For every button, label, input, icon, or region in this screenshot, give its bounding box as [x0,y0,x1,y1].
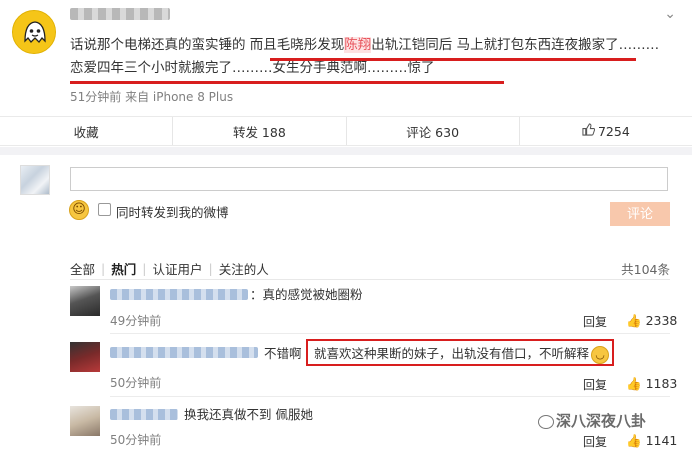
tab-all[interactable]: 全部 [70,259,101,278]
reply-button[interactable]: 回复 [583,376,607,393]
comment-divider [110,396,670,397]
submit-comment-button[interactable]: 评论 [610,202,670,226]
tab-following[interactable]: 关注的人 [213,259,275,278]
repost-button[interactable]: 转发 188 [172,117,345,145]
comment-avatar[interactable] [70,406,100,436]
comment-username[interactable] [110,289,248,300]
comment-divider [110,333,670,334]
comment-username[interactable] [110,409,178,420]
tabs-divider [70,279,670,280]
red-box-annotation [306,339,614,366]
forward-label: 同时转发到我的微博 [116,205,229,220]
comment-avatar[interactable] [70,286,100,316]
post-avatar[interactable] [12,10,56,54]
post-text-before: 话说那个电梯还真的蛮实锤的 而且毛晓彤发现 [70,37,345,53]
wechat-icon [538,414,554,429]
comment-like-button[interactable]: 👍 1141 [626,433,677,449]
comment-text: 换我还真做不到 佩服她 [184,407,313,422]
comment-time: 50分钟前 [110,433,162,447]
tab-hot[interactable]: 热门 [105,259,142,278]
reply-button[interactable]: 回复 [583,313,607,330]
collect-button[interactable]: 收藏 [0,117,172,145]
like-count: 7254 [597,123,630,139]
comment-like-count: 1141 [645,433,678,448]
comment-text-prefix: 不错啊 [264,346,302,361]
post-username[interactable] [70,8,170,20]
red-underline-annotation [270,58,636,61]
comment-button[interactable]: 评论 630 [345,117,519,145]
comment-like-count: 2338 [645,313,678,328]
post-action-bar: 收藏 转发 188 评论 630 7254 [0,116,692,146]
thumbs-up-icon [582,122,596,140]
comment-username[interactable] [110,347,258,358]
comment-text: ：真的感觉被她圈粉 [250,287,363,302]
comment-input[interactable] [70,167,668,191]
section-divider [0,147,692,155]
red-underline-annotation [70,81,504,84]
thumbs-up-icon: 👍 [626,313,642,328]
comment-like-button[interactable]: 👍 1183 [626,376,677,392]
thumbs-up-icon: 👍 [626,433,642,448]
thumbs-up-icon: 👍 [626,376,642,391]
comment-like-button[interactable]: 👍 2338 [626,313,677,329]
chevron-down-icon[interactable]: ⌄ [664,6,676,22]
comment-filter-tabs: 全部 | 热门 | 认证用户 | 关注的人 共104条 [70,258,670,278]
weibo-post: ⌄ 话说那个电梯还真的蛮实锤的 而且毛晓彤发现陈翔出轨江铠同后 马上就打包东西连… [0,0,692,115]
comment-like-count: 1183 [645,376,678,391]
reply-button[interactable]: 回复 [583,433,607,450]
comment-time: 50分钟前 [110,376,162,390]
comment-avatar[interactable] [70,342,100,372]
post-meta: 51分钟前 来自 iPhone 8 Plus [70,90,234,104]
post-content: 话说那个电梯还真的蛮实锤的 而且毛晓彤发现陈翔出轨江铠同后 马上就打包东西连夜搬… [70,34,670,80]
comment-total: 共104条 [621,261,670,277]
watermark: 深八深夜八卦 [538,410,646,431]
like-button[interactable]: 7254 [518,117,692,145]
post-highlight-name[interactable]: 陈翔 [344,37,372,53]
forward-checkbox[interactable] [98,203,111,216]
tab-verified[interactable]: 认证用户 [146,259,208,278]
emoji-icon[interactable]: ☺ [69,200,89,220]
watermark-text: 深八深夜八卦 [556,412,647,430]
comment-time: 49分钟前 [110,314,162,328]
current-user-avatar[interactable] [20,165,50,195]
